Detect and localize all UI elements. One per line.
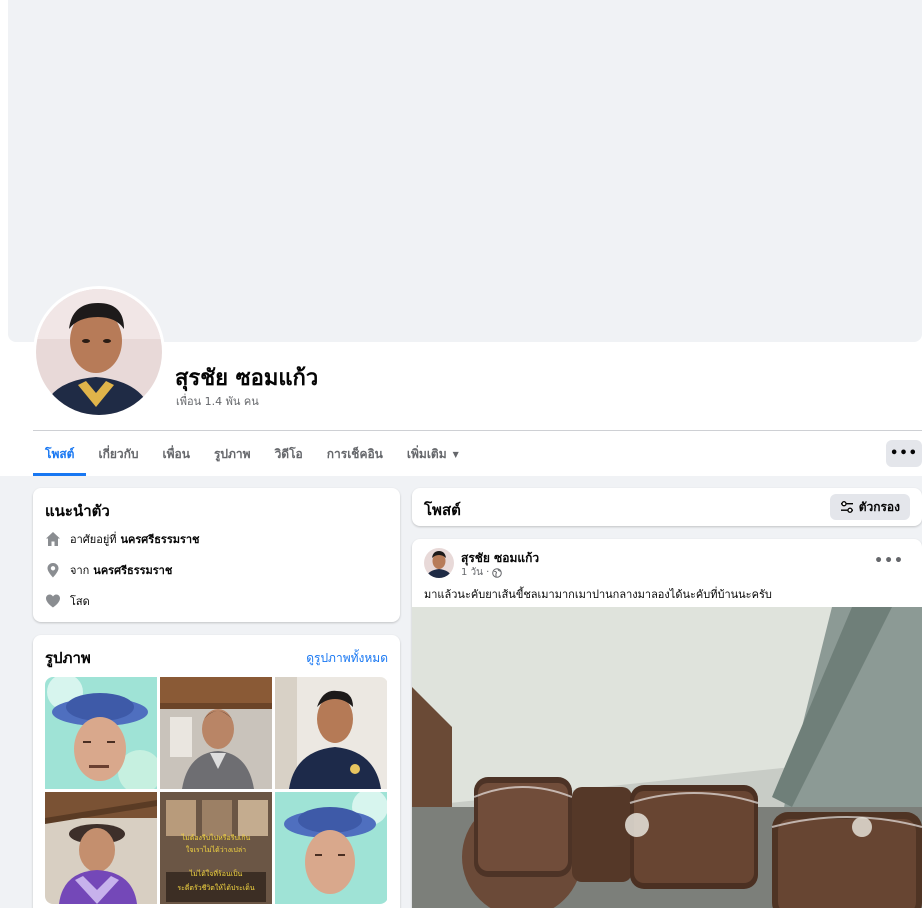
photo-image bbox=[160, 677, 272, 789]
posts-title: โพสต์ bbox=[424, 501, 461, 519]
tab-label: รูปภาพ bbox=[213, 446, 251, 461]
tab-label: เกี่ยวกับ bbox=[98, 446, 139, 461]
filter-button[interactable]: ตัวกรอง bbox=[829, 494, 910, 520]
intro-relationship: โสด bbox=[45, 592, 90, 610]
see-all-photos-link[interactable]: ดูรูปภาพทั้งหมด bbox=[306, 649, 388, 668]
post-author-avatar[interactable] bbox=[424, 548, 454, 578]
photo-overlay-text: ใจเราไม่ได้ว่างเปล่า bbox=[186, 845, 246, 854]
post-card: สุรชัย ซอมแก้ว 1 วัน · ••• มาแล้วนะคับยา… bbox=[412, 539, 922, 908]
friends-count[interactable]: เพื่อน 1.4 พัน คน bbox=[176, 392, 259, 410]
photo-thumbnail[interactable] bbox=[45, 792, 157, 904]
globe-icon bbox=[492, 567, 503, 578]
photo-thumbnail[interactable] bbox=[45, 677, 157, 789]
tab-label: เพิ่มเติม bbox=[406, 446, 447, 461]
post-meta: 1 วัน · bbox=[461, 565, 503, 580]
tab-videos[interactable]: วิดีโอ bbox=[263, 432, 315, 476]
photo-overlay-text: ระดี่ตรัวชีวิตให้ได้ประเด็น bbox=[177, 883, 255, 892]
photo-overlay-text: ไม่ต้องรีบไปหรือรีบเกิน bbox=[181, 833, 251, 842]
filter-sliders-icon bbox=[840, 501, 853, 513]
photo-image bbox=[45, 792, 157, 904]
intro-from-value[interactable]: นครศรีธรรมราช bbox=[93, 561, 172, 579]
tab-about[interactable]: เกี่ยวกับ bbox=[86, 432, 150, 476]
cover-photo[interactable] bbox=[8, 0, 922, 342]
tab-label: เพื่อน bbox=[162, 446, 190, 461]
post-timestamp[interactable]: 1 วัน · bbox=[461, 565, 489, 580]
more-options-button[interactable]: ••• bbox=[886, 440, 922, 467]
tab-label: การเช็คอิน bbox=[326, 446, 383, 461]
profile-avatar[interactable] bbox=[33, 286, 165, 418]
avatar-image bbox=[424, 548, 454, 578]
post-options-button[interactable]: ••• bbox=[874, 553, 904, 569]
heart-icon bbox=[46, 594, 60, 608]
intro-from: จาก นครศรีธรรมราช bbox=[45, 561, 172, 579]
photo-thumbnail[interactable] bbox=[160, 677, 272, 789]
post-photo bbox=[412, 607, 922, 908]
intro-lives-value[interactable]: นครศรีธรรมราช bbox=[121, 530, 200, 548]
home-icon bbox=[46, 532, 60, 546]
photo-image bbox=[275, 677, 387, 789]
intro-lives-prefix: อาศัยอยู่ที่ bbox=[70, 533, 117, 546]
intro-from-prefix: จาก bbox=[70, 564, 90, 577]
intro-title: แนะนำตัว bbox=[45, 502, 110, 520]
tab-posts[interactable]: โพสต์ bbox=[33, 432, 87, 476]
tab-label: โพสต์ bbox=[45, 446, 75, 461]
photo-thumbnail[interactable]: ไม่ต้องรีบไปหรือรีบเกิน ใจเราไม่ได้ว่างเ… bbox=[160, 792, 272, 904]
photo-thumbnail[interactable] bbox=[275, 677, 387, 789]
photo-image bbox=[45, 677, 157, 789]
profile-tabs: โพสต์ เกี่ยวกับ เพื่อน รูปภาพ วิดีโอ การ… bbox=[33, 432, 471, 476]
post-text: มาแล้วนะคับยาเส้นขี้ชลเมามากเมาปานกลางมา… bbox=[424, 588, 772, 601]
photo-image bbox=[275, 792, 387, 904]
intro-relationship-value: โสด bbox=[70, 595, 90, 608]
posts-header-card: โพสต์ ตัวกรอง bbox=[412, 488, 922, 526]
profile-picture bbox=[36, 289, 162, 415]
caret-down-icon: ▼ bbox=[452, 449, 459, 459]
filter-label: ตัวกรอง bbox=[858, 499, 900, 514]
photo-grid: ไม่ต้องรีบไปหรือรีบเกิน ใจเราไม่ได้ว่างเ… bbox=[45, 677, 388, 904]
tab-friends[interactable]: เพื่อน bbox=[151, 432, 202, 476]
tab-divider bbox=[33, 430, 922, 431]
tab-label: วิดีโอ bbox=[274, 446, 303, 461]
tab-photos[interactable]: รูปภาพ bbox=[202, 432, 263, 476]
photos-card: รูปภาพ ดูรูปภาพทั้งหมด ไม่ต้องรีบไปหรือร… bbox=[33, 635, 400, 908]
tab-more[interactable]: เพิ่มเติม ▼ bbox=[395, 432, 471, 476]
intro-lives-in: อาศัยอยู่ที่ นครศรีธรรมราช bbox=[45, 530, 200, 548]
post-image[interactable] bbox=[412, 607, 922, 908]
location-pin-icon bbox=[47, 563, 59, 578]
photo-thumbnail[interactable] bbox=[275, 792, 387, 904]
intro-card: แนะนำตัว อาศัยอยู่ที่ นครศรีธรรมราช จาก นค… bbox=[33, 488, 400, 622]
photo-overlay-text: ไม่ได้ใจที่ร้อนเป็น bbox=[189, 869, 243, 878]
tab-checkins[interactable]: การเช็คอิน bbox=[315, 432, 395, 476]
photo-image: ไม่ต้องรีบไปหรือรีบเกิน ใจเราไม่ได้ว่างเ… bbox=[160, 792, 272, 904]
photos-title: รูปภาพ bbox=[45, 649, 91, 667]
profile-name: สุรชัย ซอมแก้ว bbox=[175, 366, 319, 391]
